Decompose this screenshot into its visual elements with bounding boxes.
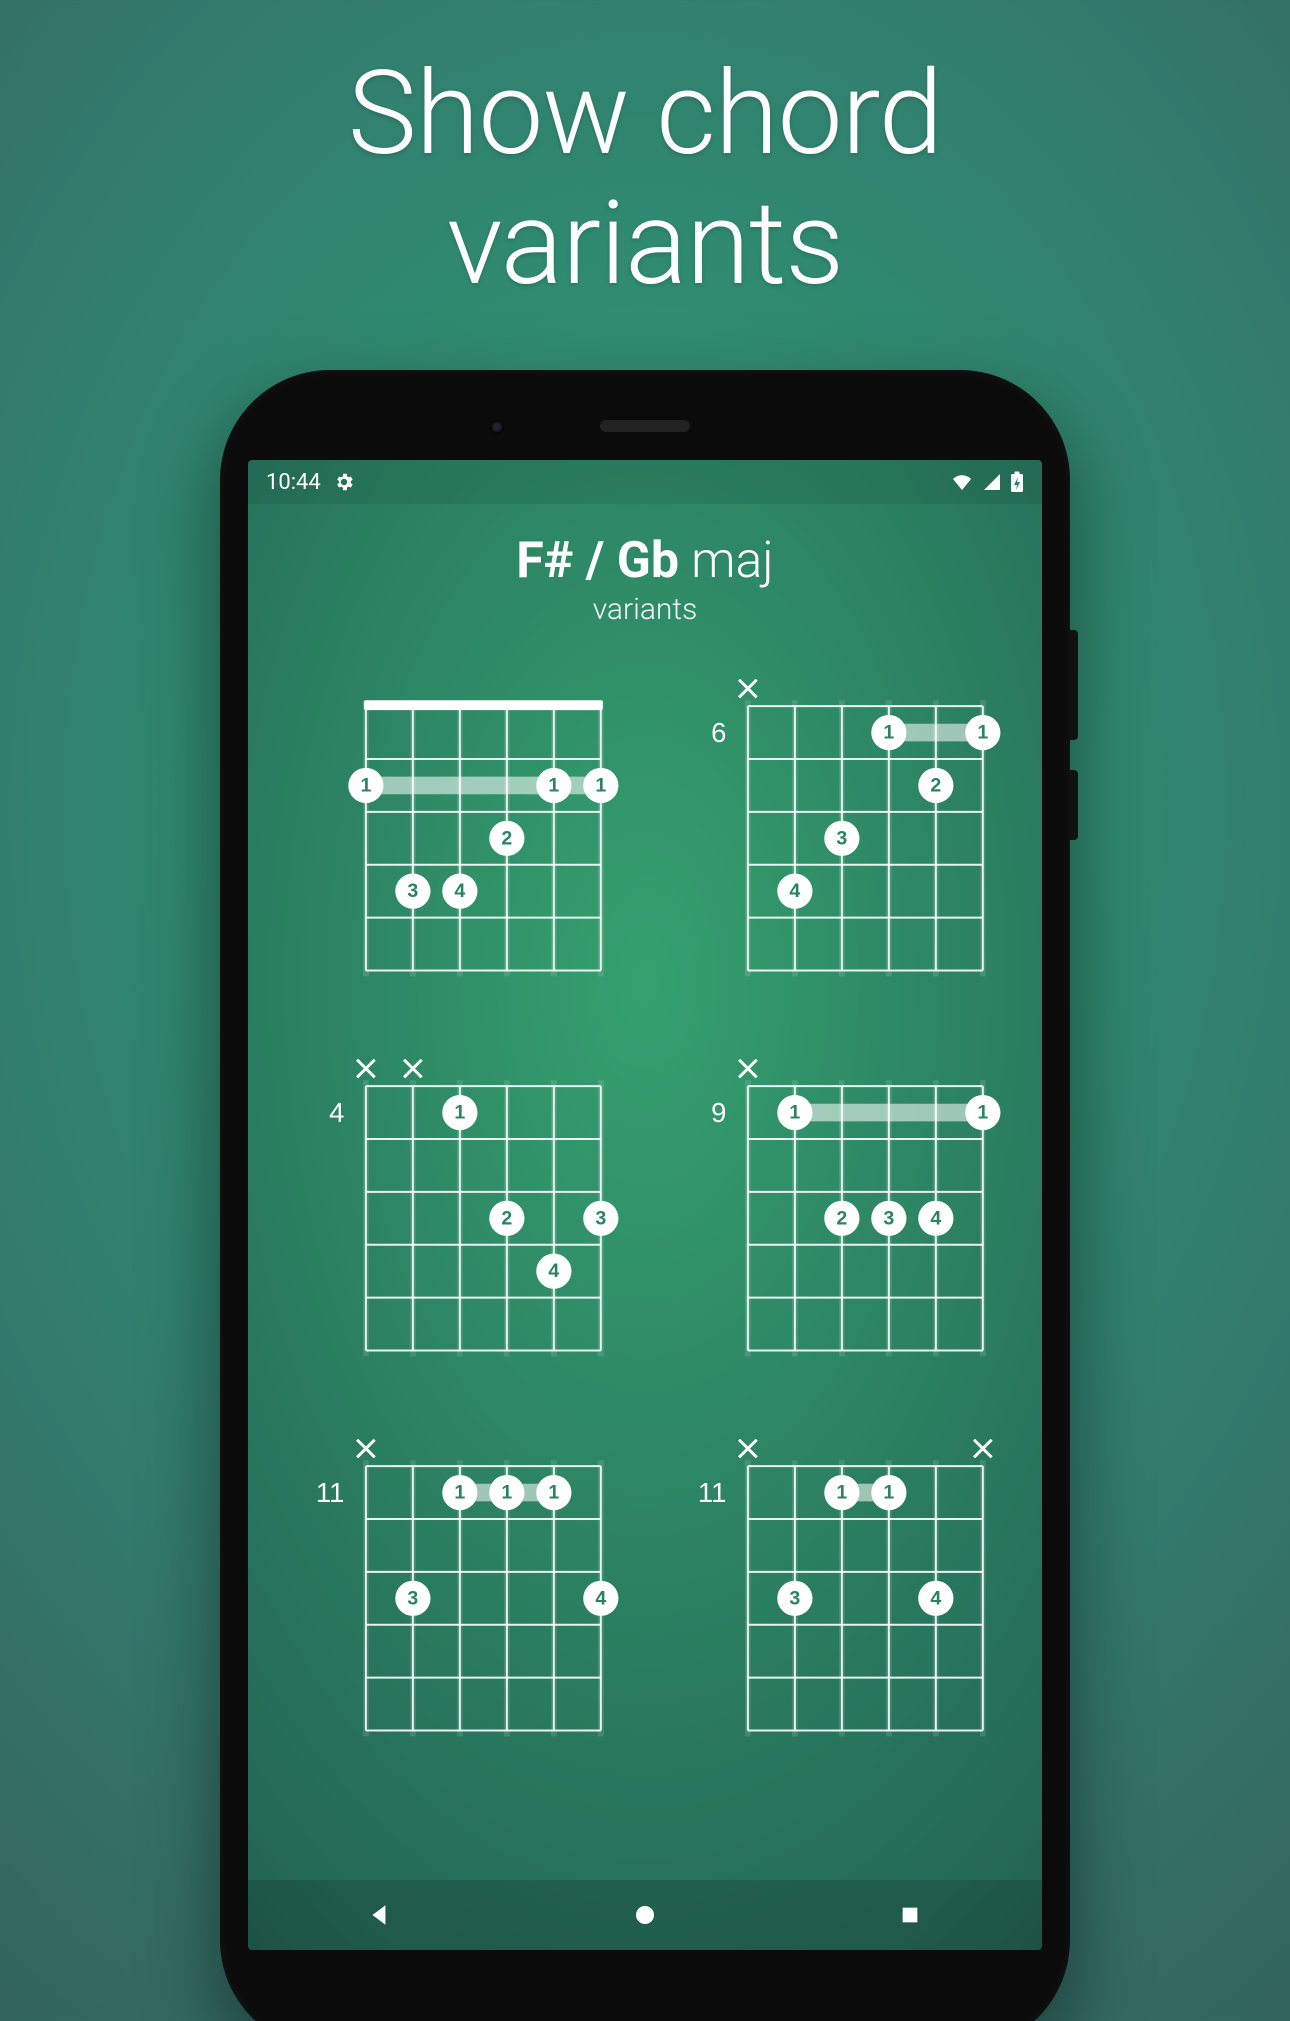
- svg-text:3: 3: [595, 1207, 606, 1229]
- svg-text:1: 1: [548, 1482, 559, 1504]
- navigation-bar: [248, 1880, 1042, 1950]
- chord-diagram[interactable]: 113411: [650, 1427, 1022, 1757]
- svg-text:1: 1: [548, 774, 559, 796]
- svg-text:4: 4: [930, 1207, 941, 1229]
- svg-text:1: 1: [595, 774, 606, 796]
- chord-diagram[interactable]: 1 1 2 3 4 6: [650, 667, 1022, 997]
- svg-text:3: 3: [407, 1587, 418, 1609]
- svg-text:2: 2: [501, 1207, 512, 1229]
- back-button[interactable]: [310, 1880, 450, 1950]
- speaker-icon: [600, 420, 690, 432]
- chord-grid: 111234112346123441123491113411113411: [248, 627, 1042, 1777]
- svg-text:4: 4: [548, 1260, 559, 1282]
- svg-text:2: 2: [501, 827, 512, 849]
- svg-text:1: 1: [883, 1482, 894, 1504]
- svg-text:1: 1: [454, 1482, 465, 1504]
- status-time: 10:44: [266, 470, 321, 495]
- phone-frame: 10:44 F# / Gb maj varian: [220, 370, 1070, 2021]
- svg-text:3: 3: [836, 827, 847, 849]
- svg-text:4: 4: [789, 880, 800, 902]
- svg-text:6: 6: [711, 717, 726, 748]
- svg-text:1: 1: [836, 1482, 847, 1504]
- status-bar: 10:44: [248, 460, 1042, 504]
- svg-text:4: 4: [329, 1097, 344, 1128]
- svg-text:1: 1: [883, 722, 894, 744]
- hero-title: Show chordvariants: [0, 0, 1290, 310]
- svg-text:1: 1: [501, 1482, 512, 1504]
- chord-diagram[interactable]: 1113411: [268, 1427, 640, 1757]
- svg-text:4: 4: [930, 1587, 941, 1609]
- svg-text:4: 4: [595, 1587, 606, 1609]
- svg-text:11: 11: [698, 1477, 726, 1508]
- chord-diagram[interactable]: 1 1 2 3 4 9: [650, 1047, 1022, 1377]
- svg-text:3: 3: [883, 1207, 894, 1229]
- svg-text:4: 4: [454, 880, 465, 902]
- svg-text:2: 2: [930, 774, 941, 796]
- chord-diagram[interactable]: 1 2 3 4 4: [268, 1047, 640, 1377]
- home-button[interactable]: [575, 1880, 715, 1950]
- gear-icon: [333, 471, 355, 493]
- wifi-icon: [950, 472, 974, 492]
- svg-text:1: 1: [977, 722, 988, 744]
- svg-text:3: 3: [407, 880, 418, 902]
- svg-text:11: 11: [316, 1477, 344, 1508]
- svg-text:9: 9: [711, 1097, 726, 1128]
- recents-button[interactable]: [840, 1880, 980, 1950]
- svg-text:1: 1: [360, 774, 371, 796]
- svg-text:1: 1: [789, 1102, 800, 1124]
- cell-signal-icon: [982, 472, 1002, 492]
- chord-diagram[interactable]: 1 1 1 2 3 4: [268, 667, 640, 997]
- svg-text:3: 3: [789, 1587, 800, 1609]
- screen: 10:44 F# / Gb maj varian: [248, 460, 1042, 1950]
- svg-text:2: 2: [836, 1207, 847, 1229]
- chord-title: F# / Gb maj: [248, 532, 1042, 590]
- front-camera-icon: [490, 420, 504, 434]
- chord-subtitle: variants: [248, 592, 1042, 627]
- battery-icon: [1010, 471, 1024, 493]
- svg-text:1: 1: [977, 1102, 988, 1124]
- heading: F# / Gb maj variants: [248, 532, 1042, 627]
- svg-text:1: 1: [454, 1102, 465, 1124]
